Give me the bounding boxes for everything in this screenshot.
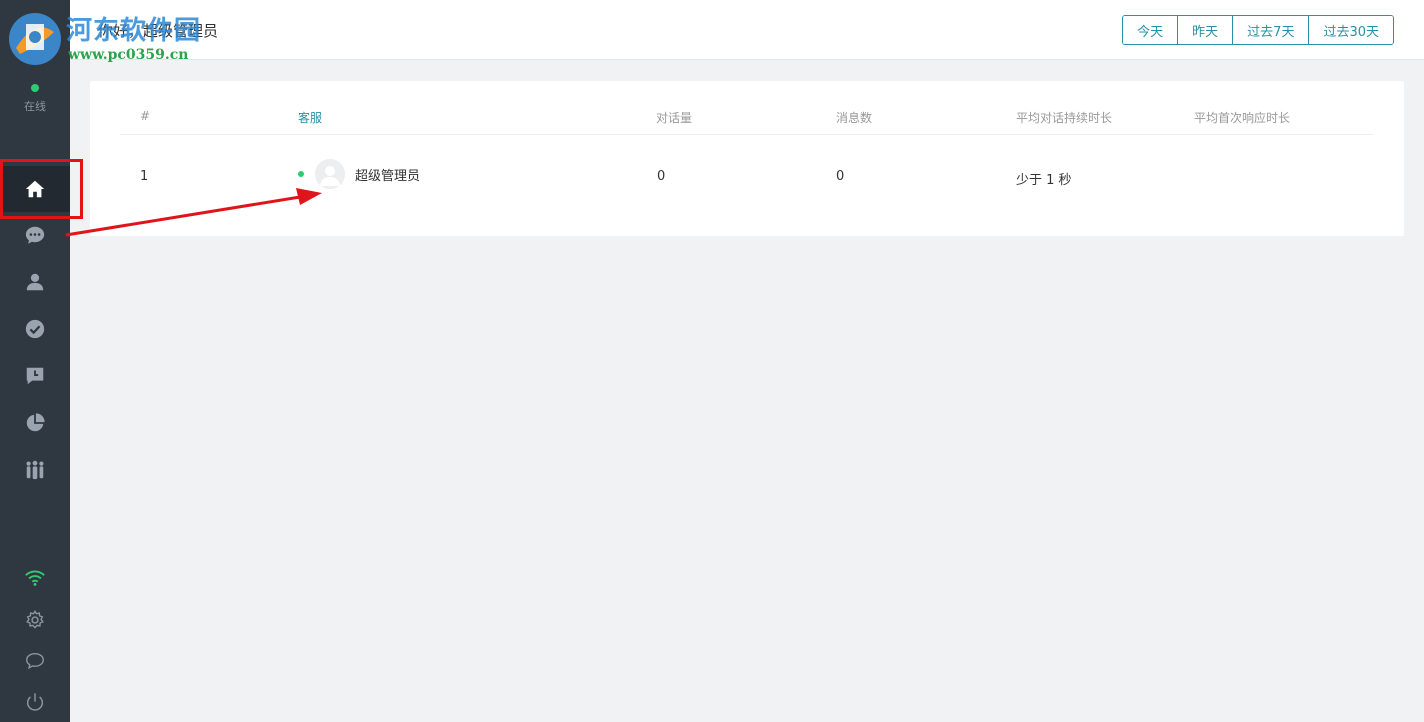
range-7days-button[interactable]: 过去7天 [1232,16,1309,44]
row-messages: 0 [836,169,845,184]
row-avg-duration: 少于 1 秒 [1016,173,1072,188]
settings-gear-icon [26,609,44,629]
range-today-button[interactable]: 今天 [1123,16,1178,44]
online-status[interactable]: 在线 [0,84,70,114]
clock-message-icon [26,367,44,385]
nav-team[interactable] [0,447,70,493]
sidebar: 在线 [0,0,70,722]
top-header: 你好，超级管理员 今天 昨天 过去7天 过去30天 [70,0,1424,60]
agent-name: 超级管理员 [355,168,421,184]
check-circle-icon [25,319,45,339]
col-agent[interactable]: 客服 [298,109,322,126]
nav-reports[interactable] [0,400,70,446]
team-icon [26,460,44,480]
wifi-icon [25,570,45,586]
avatar [315,159,345,189]
chat-bubble-icon [25,226,45,244]
online-status-label: 在线 [24,100,46,113]
col-index: # [140,109,151,123]
nav-settings[interactable] [0,597,70,643]
pie-chart-icon [26,413,45,432]
power-icon [26,693,44,711]
agent-online-dot [298,171,304,177]
date-range-selector: 今天 昨天 过去7天 过去30天 [1122,15,1394,45]
online-status-dot [31,84,39,92]
range-30days-button[interactable]: 过去30天 [1308,16,1393,44]
nav-feedback[interactable] [0,638,70,684]
row-conversations: 0 [657,169,666,184]
col-avg-first-response: 平均首次响应时长 [1194,111,1291,125]
col-messages: 消息数 [836,111,873,125]
col-conversations: 对话量 [656,111,693,125]
col-avg-duration: 平均对话持续时长 [1016,111,1113,125]
nav-connection[interactable] [0,555,70,601]
range-yesterday-button[interactable]: 昨天 [1177,16,1233,44]
nav-logout[interactable] [0,679,70,722]
watermark-url: www.pc0359.cn [68,47,189,63]
row-index: 1 [140,169,149,184]
nav-history[interactable] [0,353,70,399]
logo-icon [6,10,64,68]
user-icon [26,273,44,291]
agent-stats-panel: # 客服 对话量 消息数 平均对话持续时长 平均首次响应时长 1 超级管理员 0… [90,81,1404,236]
nav-visitors[interactable] [0,259,70,305]
watermark-title: 河东软件园 [66,16,202,46]
annotation-highlight-box [0,159,83,219]
nav-tasks[interactable] [0,306,70,352]
agent-cell[interactable]: 超级管理员 [298,159,420,189]
table-header: # 客服 对话量 消息数 平均对话持续时长 平均首次响应时长 [120,81,1374,135]
speech-bubble-icon [26,652,44,670]
table-row[interactable]: 1 超级管理员 0 0 少于 1 秒 [120,135,1374,215]
